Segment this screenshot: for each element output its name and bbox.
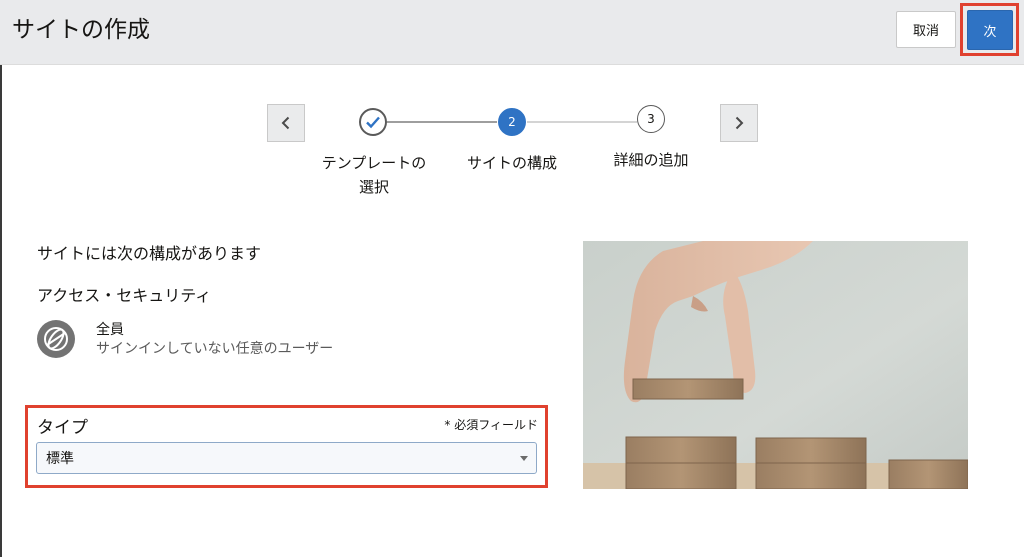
- type-field-label: タイプ: [37, 418, 88, 438]
- train-stop-3[interactable]: 3: [637, 105, 665, 133]
- train-stop-3-label: 詳細の追加: [613, 151, 689, 169]
- type-select-value: 標準: [46, 451, 74, 467]
- train-connector-2: [527, 121, 637, 123]
- train-stop-2[interactable]: 2: [498, 108, 526, 136]
- page-title: サイトの作成: [12, 17, 150, 43]
- page-header: サイトの作成 取消 次: [0, 0, 1024, 65]
- access-security-heading: アクセス・セキュリティ: [37, 286, 212, 305]
- config-heading: サイトには次の構成があります: [37, 244, 262, 263]
- access-member-description: サインインしていない任意のユーザー: [96, 341, 334, 357]
- window-edge: [0, 0, 2, 557]
- cancel-button[interactable]: 取消: [896, 11, 956, 48]
- wooden-blocks-photo: [583, 241, 968, 489]
- checkmark-icon: [366, 116, 380, 129]
- chevron-right-icon: [735, 116, 744, 130]
- train-connector-1: [387, 121, 497, 123]
- chevron-left-icon: [281, 116, 290, 130]
- train-stop-1[interactable]: [359, 108, 387, 136]
- caret-down-icon: [520, 456, 528, 461]
- train-next-button[interactable]: [720, 104, 758, 142]
- required-field-note: * 必須フィールド: [444, 418, 538, 432]
- train-stop-1-label: テンプレートの 選択: [321, 154, 427, 196]
- next-button[interactable]: 次: [967, 10, 1013, 50]
- type-select[interactable]: 標準: [36, 442, 537, 474]
- access-member-name: 全員: [96, 322, 124, 338]
- globe-icon: [37, 320, 75, 358]
- train-previous-button[interactable]: [267, 104, 305, 142]
- train-stop-2-label: サイトの構成: [466, 154, 557, 172]
